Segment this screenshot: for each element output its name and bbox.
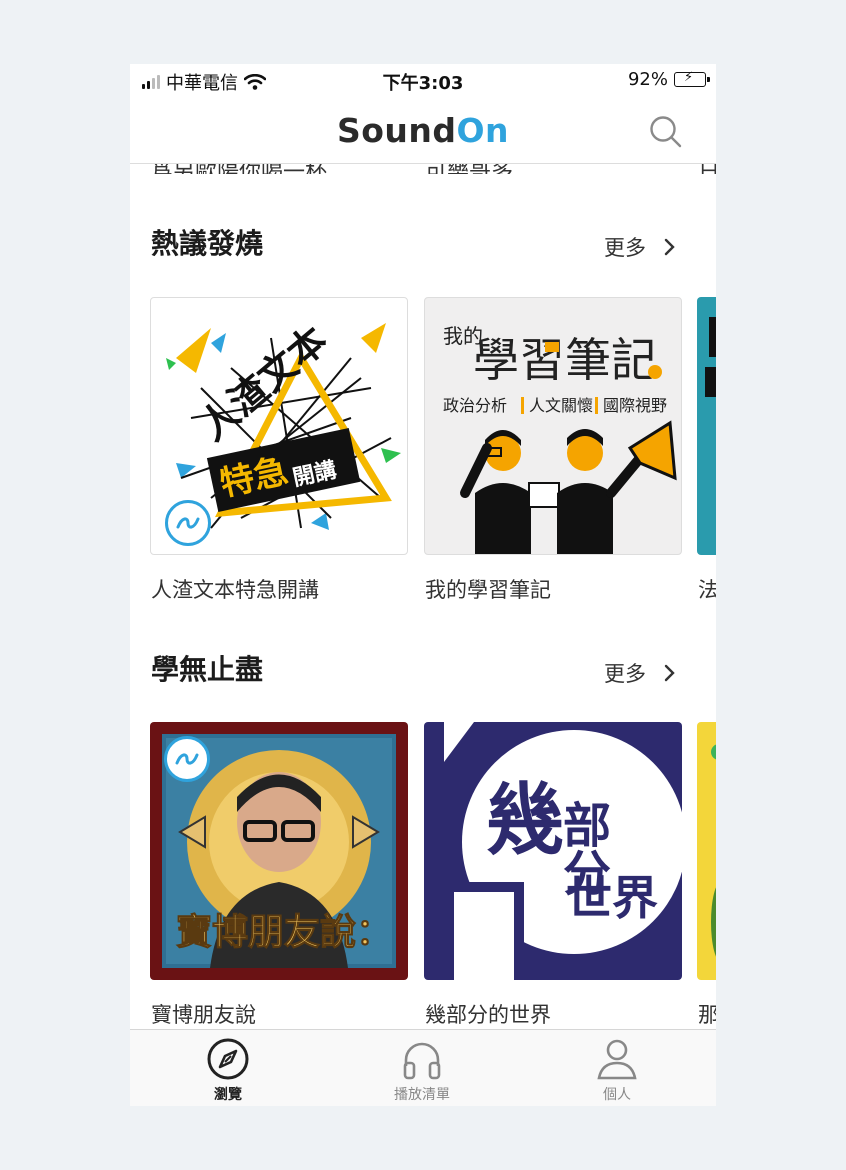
cover-art — [705, 317, 716, 397]
person-icon — [597, 1039, 637, 1080]
compass-icon — [207, 1038, 249, 1080]
podcast-cover-renzha[interactable]: 人渣文本 特急 開講 — [150, 297, 408, 555]
bottom-tab-bar: 瀏覽 播放清單 個人 — [130, 1029, 716, 1106]
more-link-learning[interactable]: 更多 — [604, 658, 676, 688]
app-screen: 中華電信 下午3:03 92% ⚡ SoundOn 爲另歐陽你喝一杯 可樂哥多 … — [130, 64, 716, 1106]
soundon-badge-icon — [165, 500, 211, 546]
section-title-learning: 學無止盡 — [151, 653, 264, 686]
card-label[interactable]: 人渣文本特急開講 — [151, 574, 319, 604]
cover-title-text: 世界 — [566, 871, 658, 925]
chevron-right-icon — [664, 664, 675, 682]
logo-text-on: On — [456, 111, 510, 150]
card-label[interactable]: 我的學習筆記 — [425, 574, 551, 604]
more-label: 更多 — [604, 236, 646, 260]
podcast-cover-jibufen[interactable]: 幾 部分 的 世界 — [424, 722, 682, 980]
podcast-cover-baobo[interactable]: 寶博朋友說： — [150, 722, 408, 980]
cover-title-text: 幾 — [486, 775, 564, 866]
app-logo[interactable]: SoundOn — [130, 111, 716, 150]
section-title-hot: 熱議發燒 — [151, 227, 264, 260]
more-link-hot[interactable]: 更多 — [604, 232, 676, 262]
card-label[interactable]: 寶博朋友說 — [151, 999, 256, 1029]
battery-percent: 92% — [627, 69, 668, 90]
chevron-right-icon — [664, 238, 675, 256]
tab-profile[interactable]: 個人 — [557, 1036, 677, 1104]
soundon-badge-icon — [164, 736, 210, 782]
battery-icon: ⚡ — [674, 70, 710, 87]
logo-text-sound: Sound — [336, 111, 457, 150]
search-button[interactable] — [646, 112, 686, 152]
cover-art — [711, 744, 716, 957]
cover-art: 幾 部分 的 世界 — [444, 722, 682, 980]
tab-playlist[interactable]: 播放清單 — [362, 1036, 482, 1104]
tab-label: 個人 — [603, 1087, 631, 1103]
cover-tag: 人文關懷 — [529, 396, 593, 415]
podcast-cover-partial[interactable] — [697, 722, 716, 980]
cover-title-text: 學習筆記 — [473, 333, 657, 387]
cover-tag: 國際視野 — [603, 396, 667, 415]
card-label[interactable]: 幾部分的世界 — [425, 999, 551, 1029]
podcast-cover-partial[interactable] — [697, 297, 716, 555]
search-icon — [650, 116, 682, 148]
cover-title-small: 的 — [536, 868, 562, 899]
more-label: 更多 — [604, 662, 646, 686]
tab-label: 瀏覽 — [214, 1087, 242, 1103]
tab-browse[interactable]: 瀏覽 — [168, 1036, 288, 1104]
card-label[interactable]: 法 — [698, 574, 716, 604]
headphones-icon — [403, 1042, 441, 1080]
card-label[interactable]: 那 — [698, 999, 716, 1029]
podcast-cover-study-notes[interactable]: 我的 學習筆記 政治分析 人文關懷 國際視野 — [424, 297, 682, 555]
cover-tag: 政治分析 — [443, 396, 507, 415]
cover-art: 我的 學習筆記 政治分析 人文關懷 國際視野 — [443, 324, 677, 554]
app-header: SoundOn — [130, 98, 716, 164]
status-bar: 中華電信 下午3:03 92% ⚡ — [130, 64, 716, 98]
cover-title-text: 寶博朋友說： — [176, 911, 392, 953]
tab-label: 播放清單 — [394, 1087, 450, 1103]
